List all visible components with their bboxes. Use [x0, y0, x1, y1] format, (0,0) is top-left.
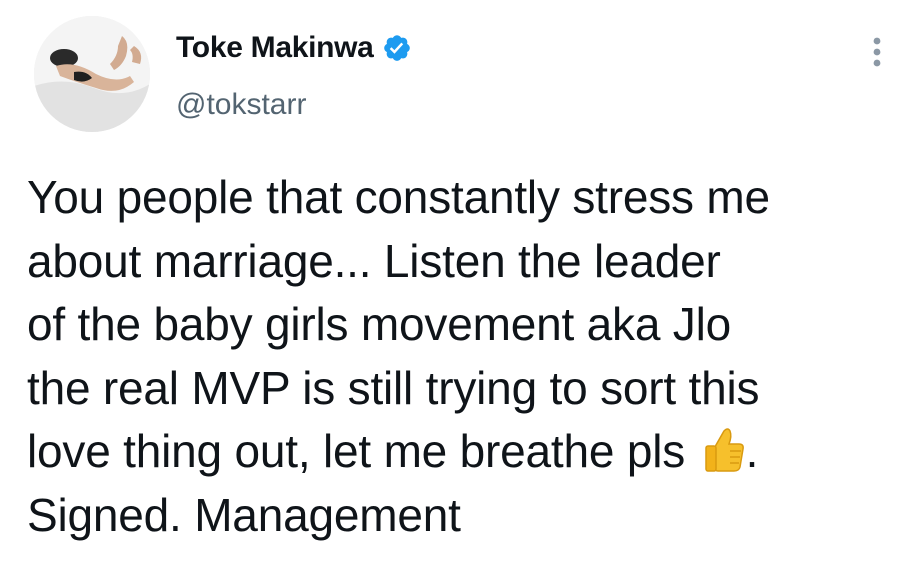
tweet-card: Toke Makinwa @tokstarr You people that c… — [0, 0, 900, 567]
more-options-button[interactable] — [862, 32, 892, 72]
author-handle[interactable]: @tokstarr — [176, 88, 306, 122]
avatar[interactable] — [34, 16, 150, 132]
tweet-line-with-emoji: love thing out, let me breathe pls . — [27, 420, 897, 484]
profile-photo — [34, 16, 150, 132]
tweet-line: You people that constantly stress me — [27, 171, 770, 223]
tweet-text: You people that constantly stress me abo… — [27, 166, 897, 547]
tweet-line-text: love thing out, let me breathe pls — [27, 425, 686, 477]
thumbs-up-icon — [702, 427, 746, 473]
verified-badge-icon — [382, 33, 412, 63]
tweet-line: Signed. Management — [27, 488, 461, 541]
tweet-line-period: . — [745, 425, 759, 477]
tweet-line: about marriage... Listen the leader — [27, 234, 721, 287]
author-name-row: Toke Makinwa — [176, 28, 412, 68]
tweet-line: the real MVP is still trying to sort thi… — [27, 361, 760, 414]
display-name[interactable]: Toke Makinwa — [176, 31, 374, 65]
tweet-line: of the baby girls movement aka Jlo — [27, 298, 731, 350]
more-vertical-icon — [873, 37, 881, 67]
